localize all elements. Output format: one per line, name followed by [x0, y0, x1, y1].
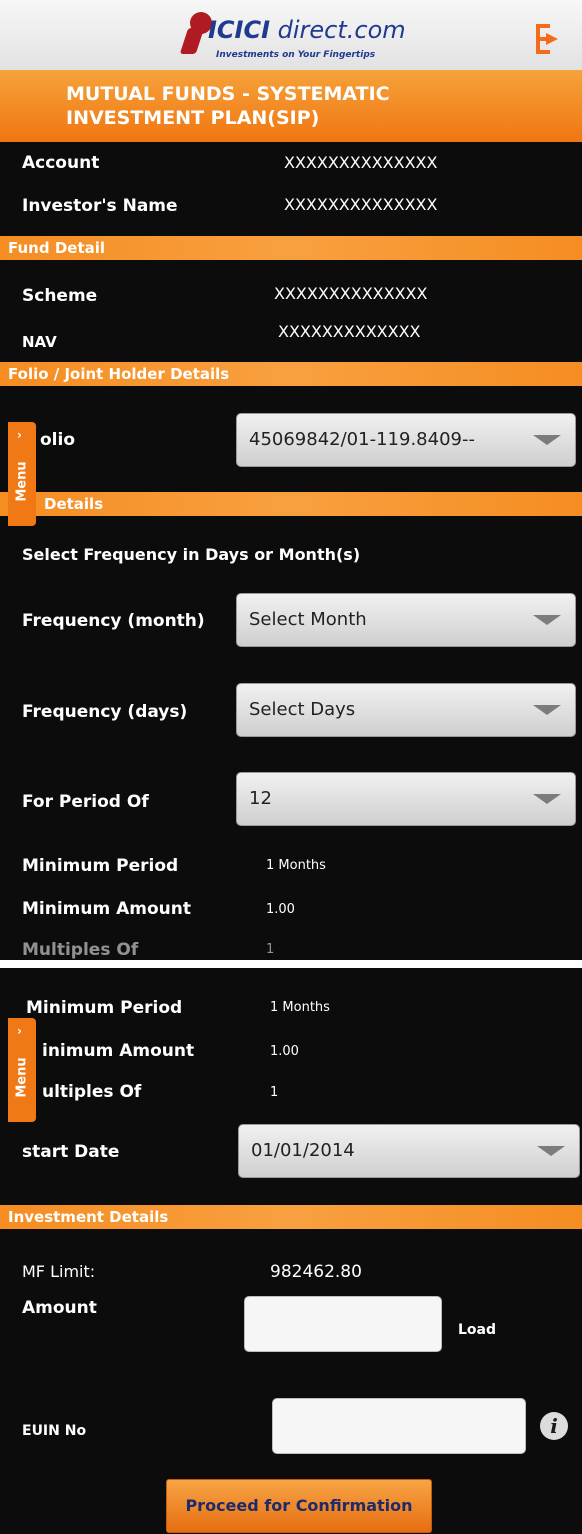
folio-header: Folio / Joint Holder Details [0, 362, 582, 386]
account-value: XXXXXXXXXXXXXX [284, 153, 438, 172]
sip-details-title: Details [44, 495, 104, 513]
multiples-label: Multiples Of [22, 940, 139, 960]
min-period-label: Minimum Period [22, 856, 179, 876]
info-icon[interactable]: i [540, 1412, 568, 1440]
frequency-month-label: Frequency (month) [22, 611, 205, 631]
menu-tab-2[interactable]: › Menu [8, 1018, 36, 1122]
frequency-month-value: Select Month [249, 609, 367, 630]
chevron-down-icon [537, 1146, 565, 1156]
page-title: MUTUAL FUNDS - SYSTEMATIC INVESTMENT PLA… [66, 82, 466, 130]
account-label: Account [22, 153, 100, 173]
amount-label: Amount [22, 1298, 97, 1318]
logo-tagline: Investments on Your Fingertips [216, 50, 376, 60]
period-label: For Period Of [22, 792, 149, 812]
page-title-line1: MUTUAL FUNDS - SYSTEMATIC [66, 83, 390, 105]
folio-label: olio [40, 430, 76, 450]
frequency-hint: Select Frequency in Days or Month(s) [22, 545, 361, 564]
period-value: 12 [249, 788, 272, 809]
frequency-month-select[interactable]: Select Month [236, 593, 576, 647]
logout-icon[interactable] [536, 24, 562, 54]
multiples-value: 1 [266, 942, 275, 957]
multiples-value-2: 1 [270, 1085, 279, 1100]
menu-label: Menu [14, 1057, 30, 1098]
frequency-days-label: Frequency (days) [22, 702, 188, 722]
chevron-down-icon [533, 435, 561, 445]
min-period-label-2: Minimum Period [26, 998, 183, 1018]
screen-two: Minimum Period 1 Months inimum Amount 1.… [0, 968, 582, 1534]
load-label: Load [458, 1322, 497, 1338]
start-date-label: start Date [22, 1142, 120, 1162]
chevron-down-icon [533, 705, 561, 715]
scheme-label: Scheme [22, 286, 98, 306]
icici-direct-logo[interactable]: ICICI direct.com Investments on Your Fin… [179, 10, 406, 66]
chevron-down-icon [533, 794, 561, 804]
folio-select[interactable]: 45069842/01-119.8409-- [236, 413, 576, 467]
folio-title: Folio / Joint Holder Details [8, 365, 230, 383]
logout-icon-arrow [546, 33, 558, 45]
euin-label: EUIN No [22, 1423, 87, 1439]
scheme-value: XXXXXXXXXXXXXX [274, 284, 428, 303]
period-select[interactable]: 12 [236, 772, 576, 826]
app-header: ICICI direct.com Investments on Your Fin… [0, 0, 582, 70]
mf-limit-value: 982462.80 [270, 1262, 362, 1282]
menu-chevron-icon: › [17, 428, 22, 442]
start-date-value: 01/01/2014 [251, 1140, 355, 1161]
investment-details-title: Investment Details [8, 1208, 169, 1226]
mf-limit-label: MF Limit: [22, 1262, 96, 1281]
proceed-button[interactable]: Proceed for Confirmation [166, 1479, 432, 1533]
multiples-label-2: ultiples Of [42, 1082, 142, 1102]
chevron-down-icon [533, 615, 561, 625]
nav-value: XXXXXXXXXXXXX [278, 322, 421, 341]
fund-detail-header: Fund Detail [0, 236, 582, 260]
min-period-value-2: 1 Months [270, 1000, 330, 1015]
folio-select-value: 45069842/01-119.8409-- [249, 429, 475, 450]
fund-detail-title: Fund Detail [8, 239, 106, 257]
nav-label: NAV [22, 333, 57, 351]
menu-chevron-icon: › [17, 1024, 22, 1038]
min-period-value: 1 Months [266, 858, 326, 873]
logo-stem [179, 28, 205, 54]
start-date-select[interactable]: 01/01/2014 [238, 1124, 580, 1178]
investor-name-label: Investor's Name [22, 196, 178, 216]
amount-input[interactable] [244, 1296, 442, 1352]
investor-name-value: XXXXXXXXXXXXXX [284, 195, 438, 214]
frequency-days-value: Select Days [249, 699, 356, 720]
min-amount-value: 1.00 [266, 902, 295, 917]
page-title-line2: INVESTMENT PLAN(SIP) [66, 107, 320, 129]
investment-details-header: Investment Details [0, 1205, 582, 1229]
menu-tab[interactable]: › Menu [8, 422, 36, 526]
min-amount-value-2: 1.00 [270, 1044, 299, 1059]
screen-one: ICICI direct.com Investments on Your Fin… [0, 0, 582, 960]
sip-details-header: Details [0, 492, 582, 516]
page-title-bar: MUTUAL FUNDS - SYSTEMATIC INVESTMENT PLA… [0, 70, 582, 142]
menu-label: Menu [14, 461, 30, 502]
min-amount-label: Minimum Amount [22, 899, 192, 919]
logo-brand: ICICI direct.com [208, 16, 406, 44]
frequency-days-select[interactable]: Select Days [236, 683, 576, 737]
min-amount-label-2: inimum Amount [42, 1041, 195, 1061]
euin-input[interactable] [272, 1398, 526, 1454]
